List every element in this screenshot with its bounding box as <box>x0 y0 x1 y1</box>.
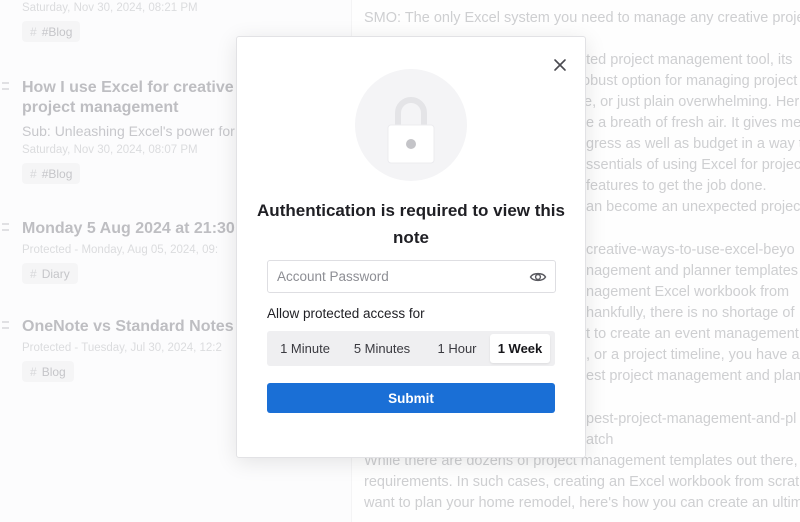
duration-selector: 1 Minute 5 Minutes 1 Hour 1 Week <box>267 331 555 366</box>
password-field[interactable] <box>267 260 556 293</box>
lock-icon <box>387 97 435 164</box>
duration-option-5-minutes[interactable]: 5 Minutes <box>340 334 424 363</box>
access-duration-label: Allow protected access for <box>267 306 425 321</box>
authentication-dialog: Authentication is required to view this … <box>236 36 586 458</box>
duration-option-1-week[interactable]: 1 Week <box>490 334 550 363</box>
duration-option-1-hour[interactable]: 1 Hour <box>424 334 490 363</box>
password-input[interactable] <box>268 261 508 292</box>
lock-illustration <box>355 69 467 181</box>
close-icon[interactable] <box>552 57 568 73</box>
eye-icon[interactable] <box>529 268 547 286</box>
duration-option-1-minute[interactable]: 1 Minute <box>270 334 340 363</box>
dialog-title: Authentication is required to view this … <box>257 201 565 247</box>
submit-button[interactable]: Submit <box>267 383 555 413</box>
